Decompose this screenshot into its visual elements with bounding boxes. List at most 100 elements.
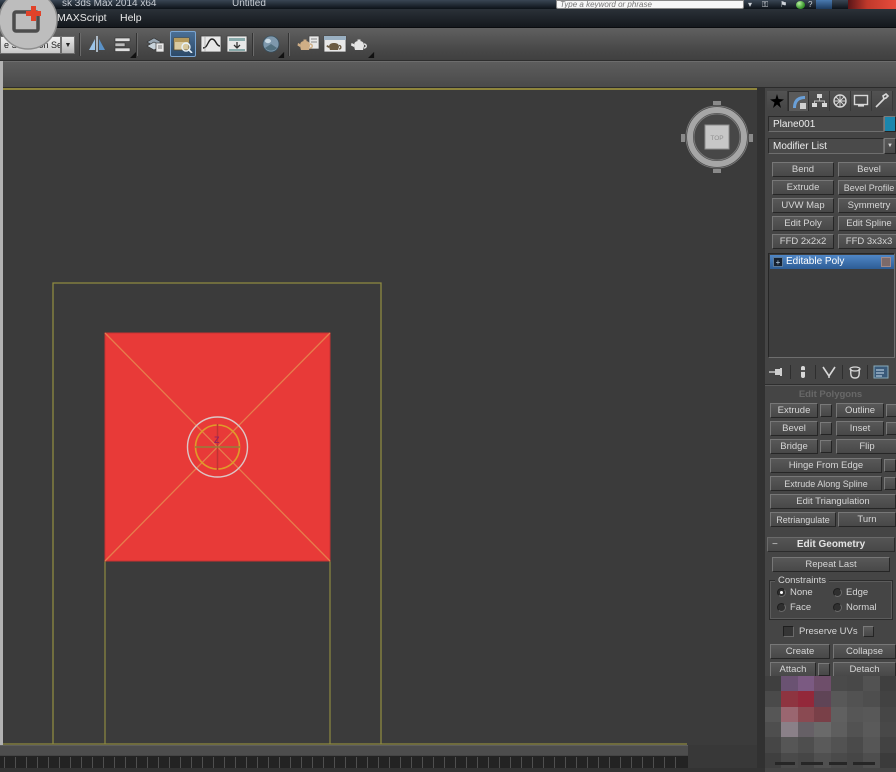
modifier-button-ffd-3x3x3[interactable]: FFD 3x3x3: [838, 234, 896, 249]
turn-button[interactable]: Turn: [838, 512, 896, 527]
ribbon-band-collapsed[interactable]: [0, 61, 896, 88]
track-bar[interactable]: [0, 755, 688, 768]
mosaic-cell: [847, 722, 864, 738]
modifier-list-combo[interactable]: Modifier List: [768, 138, 884, 154]
bridge-settings-box[interactable]: [820, 440, 832, 453]
stack-entry-box-icon[interactable]: [881, 257, 891, 267]
radio-icon[interactable]: [833, 588, 842, 597]
extrude-along-spline-settings-box[interactable]: [884, 477, 896, 490]
attach-button[interactable]: Attach: [770, 662, 816, 677]
tab-display[interactable]: [851, 91, 872, 111]
flag-icon[interactable]: ⚑: [780, 0, 787, 9]
close-button[interactable]: [848, 0, 896, 9]
modifier-button-uvw-map[interactable]: UVW Map: [772, 198, 834, 213]
rendered-frame-window-button[interactable]: [322, 31, 348, 57]
constraint-normal[interactable]: Normal: [833, 602, 877, 613]
edit-triangulation-button[interactable]: Edit Triangulation: [770, 494, 896, 509]
mosaic-cell: [765, 722, 782, 738]
modifier-button-ffd-2x2x2[interactable]: FFD 2x2x2: [772, 234, 834, 249]
inset-settings-box[interactable]: [886, 422, 896, 435]
modifier-list-dropdown-arrow[interactable]: ▼: [884, 138, 896, 154]
key-login-icon[interactable]: ⚿: [762, 0, 768, 9]
mirror-button[interactable]: [84, 31, 110, 57]
graphite-ribbon-toggle-button[interactable]: [170, 31, 196, 57]
collapse-button[interactable]: Collapse: [833, 644, 896, 659]
extrude-settings-box[interactable]: [820, 404, 832, 417]
modifier-button-symmetry[interactable]: Symmetry: [838, 198, 896, 213]
stack-entry-icon[interactable]: +: [773, 257, 783, 267]
viewcube[interactable]: TOP: [681, 101, 753, 173]
inset-button[interactable]: Inset: [836, 421, 884, 436]
search-dropdown-icon[interactable]: ▾: [748, 0, 752, 9]
material-editor-button[interactable]: ◢: [258, 31, 284, 57]
modifier-button-edit-spline[interactable]: Edit Spline: [838, 216, 896, 231]
rotate-gizmo[interactable]: Z: [188, 417, 248, 477]
menu-help[interactable]: Help: [120, 12, 142, 24]
align-button[interactable]: ◢: [110, 31, 136, 57]
time-slider-area[interactable]: [0, 745, 688, 755]
bevel-settings-box[interactable]: [820, 422, 832, 435]
render-production-button[interactable]: ◢: [348, 31, 374, 57]
menu-maxscript[interactable]: MAXScript: [57, 12, 107, 24]
create-button[interactable]: Create: [770, 644, 830, 659]
show-end-result-icon[interactable]: [795, 364, 811, 380]
curve-editor-button[interactable]: [198, 31, 224, 57]
communication-center-icon[interactable]: [796, 1, 805, 9]
radio-icon[interactable]: [777, 603, 786, 612]
stack-entry-editable-poly[interactable]: + Editable Poly: [770, 255, 894, 269]
tab-hierarchy[interactable]: [809, 91, 830, 111]
modifier-stack-list[interactable]: + Editable Poly: [768, 253, 895, 358]
constraint-face[interactable]: Face: [777, 602, 811, 613]
modifier-button-edit-poly[interactable]: Edit Poly: [772, 216, 834, 231]
attach-settings-box[interactable]: [818, 663, 830, 676]
flip-button[interactable]: Flip: [836, 439, 896, 454]
outline-button[interactable]: Outline: [836, 403, 884, 418]
repeat-last-button[interactable]: Repeat Last: [772, 557, 890, 572]
configure-modifier-sets-icon[interactable]: [872, 364, 890, 380]
preserve-uvs-checkbox[interactable]: [783, 626, 794, 637]
motion-icon: [832, 93, 848, 109]
modifier-button-bevel[interactable]: Bevel: [838, 162, 896, 177]
modifier-button-bend[interactable]: Bend: [772, 162, 834, 177]
retriangulate-button[interactable]: Retriangulate: [770, 512, 836, 527]
object-color-swatch[interactable]: [884, 116, 896, 132]
infocenter-search-input[interactable]: [556, 0, 744, 9]
rollout-edit-polygons-header[interactable]: Edit Polygons: [765, 389, 896, 400]
track-bar-tick: [15, 757, 16, 768]
render-setup-icon: [297, 34, 321, 54]
make-unique-icon[interactable]: [820, 364, 838, 380]
tab-modify[interactable]: [788, 91, 809, 111]
mosaic-cell: [765, 737, 782, 753]
constraint-edge[interactable]: Edge: [833, 587, 868, 598]
remove-modifier-icon[interactable]: [847, 364, 863, 380]
detach-button[interactable]: Detach: [833, 662, 896, 677]
outline-settings-box[interactable]: [886, 404, 896, 417]
object-name-field[interactable]: Plane001: [768, 116, 884, 132]
modifier-button-extrude[interactable]: Extrude: [772, 180, 834, 195]
bevel-button[interactable]: Bevel: [770, 421, 818, 436]
tab-motion[interactable]: [830, 91, 851, 111]
bridge-button[interactable]: Bridge: [770, 439, 818, 454]
radio-icon[interactable]: [833, 603, 842, 612]
preserve-uvs-settings-box[interactable]: [863, 626, 874, 637]
minimize-button[interactable]: [816, 0, 832, 9]
selection-sets-dropdown-arrow[interactable]: ▼: [61, 36, 75, 54]
pin-stack-icon[interactable]: [768, 364, 786, 380]
schematic-view-button[interactable]: [224, 31, 250, 57]
rollout-edit-geometry-header[interactable]: − Edit Geometry: [767, 537, 895, 552]
radio-icon[interactable]: [777, 588, 786, 597]
collapse-icon[interactable]: −: [772, 538, 778, 551]
extrude-along-spline-button[interactable]: Extrude Along Spline: [770, 476, 882, 491]
tab-create[interactable]: [767, 91, 788, 111]
track-bar-tick: [543, 757, 544, 768]
viewport[interactable]: Z TOP: [3, 88, 757, 745]
render-setup-button[interactable]: [296, 31, 322, 57]
help-icon[interactable]: ?: [808, 0, 812, 9]
extrude-button[interactable]: Extrude: [770, 403, 818, 418]
hinge-from-edge-button[interactable]: Hinge From Edge: [770, 458, 882, 473]
hinge-settings-box[interactable]: [884, 459, 896, 472]
layer-manager-button[interactable]: [142, 31, 168, 57]
constraint-none[interactable]: None: [777, 587, 813, 598]
tab-utilities[interactable]: [872, 91, 893, 111]
modifier-button-bevel-profile[interactable]: Bevel Profile: [838, 180, 896, 195]
